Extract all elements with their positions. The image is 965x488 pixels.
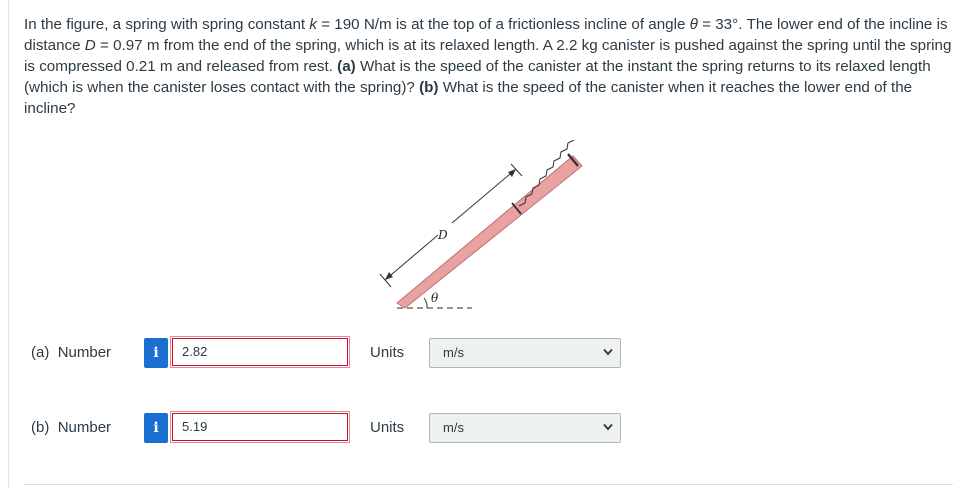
- part-b-marker: (b): [419, 79, 439, 96]
- answer-label-a: (a) Number: [31, 344, 112, 361]
- units-label-a: Units: [370, 344, 405, 361]
- units-select-a[interactable]: m/s: [429, 338, 621, 368]
- units-value-b: m/s: [443, 420, 464, 435]
- distance-arrow-left: [384, 234, 439, 281]
- answer-value-b: 5.19: [182, 419, 208, 434]
- incline-figure: θ D: [379, 140, 583, 309]
- distance-label: D: [437, 228, 448, 242]
- info-icon[interactable]: i: [144, 413, 168, 443]
- chevron-down-icon: [603, 348, 613, 356]
- answer-label-b: (b) Number: [31, 419, 112, 436]
- d-variable: D: [84, 37, 96, 54]
- distance-arrowhead-top: [508, 169, 516, 177]
- chevron-down-icon: [603, 423, 613, 431]
- info-icon[interactable]: i: [144, 338, 168, 368]
- angle-label: θ: [431, 291, 439, 305]
- units-select-b[interactable]: m/s: [429, 413, 621, 443]
- answer-value-a: 2.82: [182, 344, 208, 359]
- incline-plane: [396, 155, 583, 309]
- part-a-marker: (a): [337, 58, 356, 75]
- theta-variable: θ: [689, 16, 698, 33]
- units-label-b: Units: [370, 419, 405, 436]
- bottom-divider: [24, 484, 953, 485]
- distance-arrowhead-bottom: [385, 272, 393, 280]
- units-value-a: m/s: [443, 345, 464, 360]
- k-variable: k: [309, 16, 317, 33]
- angle-arc: [423, 297, 428, 309]
- question-text: In the figure, a spring with spring cons…: [24, 16, 952, 117]
- left-border: [8, 0, 9, 488]
- answer-input-a[interactable]: 2.82: [170, 336, 350, 368]
- answer-input-b[interactable]: 5.19: [170, 411, 350, 443]
